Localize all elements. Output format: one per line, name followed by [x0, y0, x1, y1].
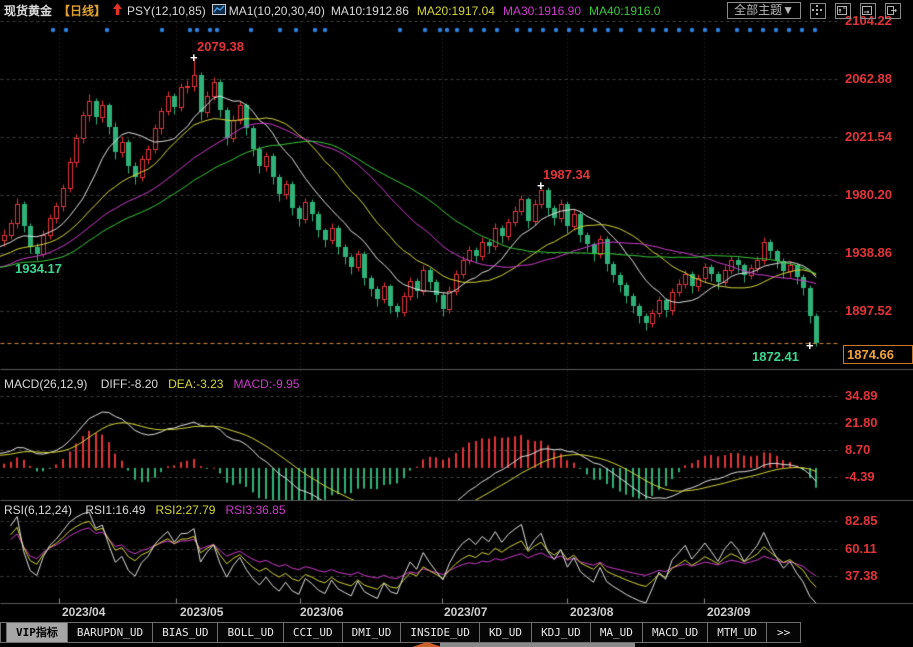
pane-arrow-out-icon[interactable]	[885, 3, 901, 19]
tab-indicator-7[interactable]: KD_UD	[479, 622, 532, 643]
toolbar: 现货黄金 【日线】 PSY(12,10,85) MA1(10,20,30,40)…	[0, 0, 913, 21]
ma-group-label: MA1(10,20,30,40)	[229, 4, 325, 18]
tab-indicator-5[interactable]: DMI_UD	[342, 622, 402, 643]
tab-indicator-10[interactable]: MACD_UD	[642, 622, 708, 643]
ma-value-1: MA10:1912.86	[331, 4, 409, 18]
crosshair-icon[interactable]	[810, 3, 826, 19]
tab-indicator-0[interactable]: VIP指标	[6, 622, 68, 643]
pane-arrow-up-icon[interactable]	[835, 3, 851, 19]
more-tabs-button[interactable]: >>	[766, 622, 801, 643]
pane-arrow-right-icon[interactable]	[860, 3, 876, 19]
period-label[interactable]: 【日线】	[58, 2, 106, 19]
ma-value-4: MA40:1916.0	[589, 4, 660, 18]
tab-indicator-9[interactable]: MA_UD	[590, 622, 643, 643]
tab-indicator-6[interactable]: INSIDE_UD	[400, 622, 480, 643]
theme-dropdown-button[interactable]: 全部主题▼	[727, 2, 801, 19]
up-arrow-icon	[112, 3, 123, 19]
horizontal-scrollbar-thumb[interactable]	[440, 643, 635, 647]
tab-indicator-3[interactable]: BOLL_UD	[217, 622, 283, 643]
scroll-orange-marker	[412, 642, 442, 647]
ma-value-2: MA20:1917.04	[417, 4, 495, 18]
trading-app-window: 现货黄金 【日线】 PSY(12,10,85) MA1(10,20,30,40)…	[0, 0, 913, 647]
mini-chart-icon	[212, 4, 226, 18]
tab-indicator-4[interactable]: CCI_UD	[283, 622, 343, 643]
indicator-tab-bar: VIP指标BARUPDN_UDBIAS_UDBOLL_UDCCI_UDDMI_U…	[0, 622, 913, 647]
toolbar-right-group: 全部主题▼	[727, 2, 907, 19]
ma-value-3: MA30:1916.90	[503, 4, 581, 18]
ma-values: MA10:1912.86 MA20:1917.04 MA30:1916.90 MA40…	[331, 4, 669, 18]
psy-indicator-label: PSY(12,10,85)	[127, 4, 206, 18]
tab-indicator-8[interactable]: KDJ_UD	[531, 622, 591, 643]
tab-indicator-11[interactable]: MTM_UD	[707, 622, 767, 643]
candlestick-chart-canvas[interactable]	[0, 0, 913, 647]
tab-indicator-1[interactable]: BARUPDN_UD	[67, 622, 153, 643]
tab-indicator-2[interactable]: BIAS_UD	[152, 622, 218, 643]
symbol-name: 现货黄金	[4, 2, 52, 19]
